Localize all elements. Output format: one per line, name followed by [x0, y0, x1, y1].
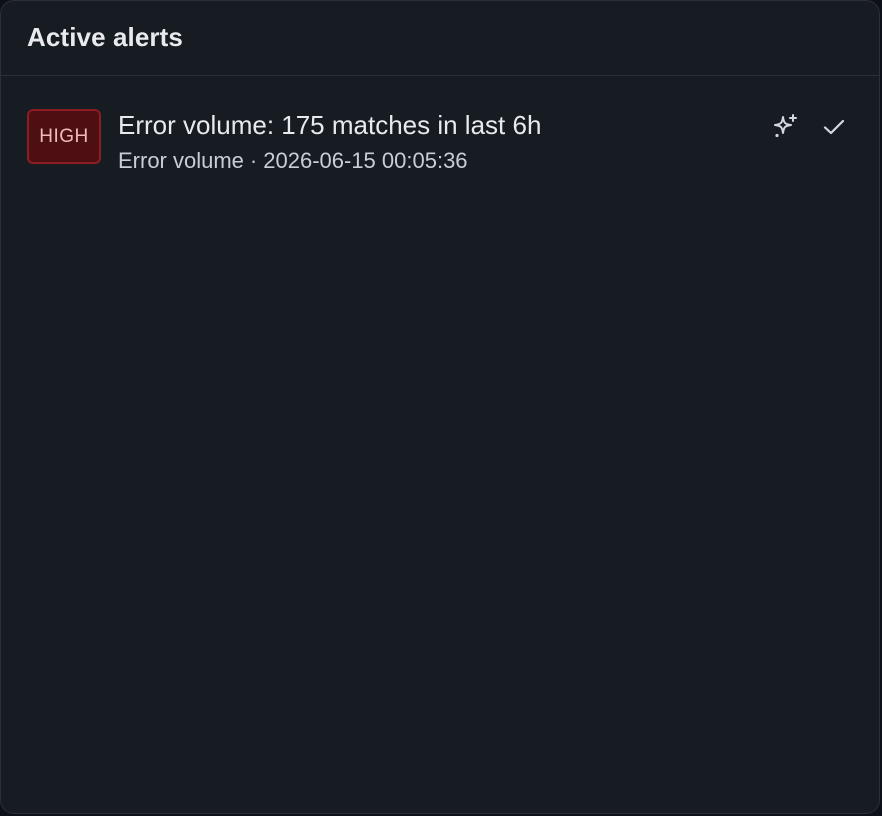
- acknowledge-button[interactable]: [817, 110, 851, 144]
- alert-meta: Error volume · 2026-06-15 00:05:36: [118, 148, 468, 174]
- severity-badge: HIGH: [27, 109, 101, 164]
- panel-title: Active alerts: [27, 21, 183, 52]
- active-alerts-panel: Active alerts HIGH Error volume: 175 mat…: [0, 0, 880, 814]
- meta-separator: ·: [249, 148, 258, 173]
- alert-title: Error volume: 175 matches in last 6h: [118, 110, 542, 140]
- check-icon: [823, 119, 845, 135]
- ai-analyze-button[interactable]: [769, 110, 803, 144]
- alert-item[interactable]: HIGH Error volume: 175 matches in last 6…: [1, 76, 879, 176]
- alert-timestamp: 2026-06-15 00:05:36: [263, 148, 468, 173]
- sparkles-icon: [774, 114, 797, 138]
- panel-header: Active alerts: [1, 1, 879, 76]
- alert-rule-name: Error volume: [118, 148, 244, 173]
